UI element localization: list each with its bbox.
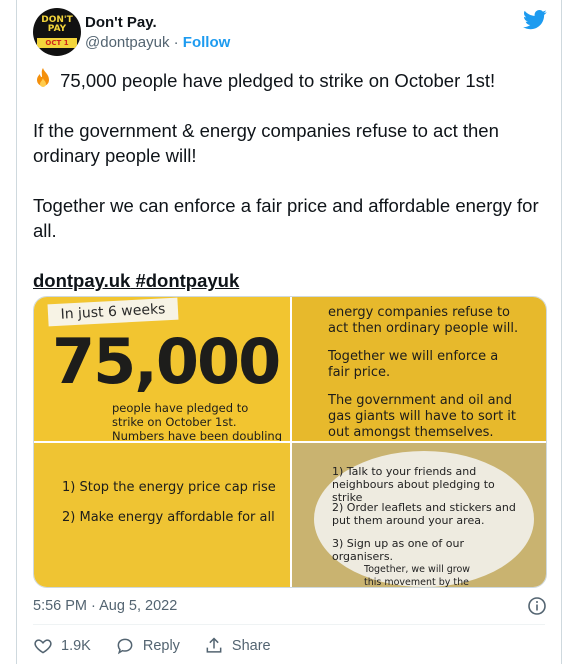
tile2-text-3: The government and oil and gas giants wi… [328,393,517,440]
tweet-timestamp[interactable]: 5:56 PM · Aug 5, 2022 [33,598,177,614]
link-dontpay[interactable]: dontpay.uk [33,270,130,291]
tile1-number: 75,000 [52,325,281,398]
fire-icon [33,68,55,93]
handle-separator: · [173,34,179,51]
follow-button[interactable]: Follow [183,34,231,51]
account-handle[interactable]: @dontpayuk [85,34,169,51]
tile3-item-1: 1) Stop the energy price cap rise [62,480,276,495]
tweet-links: dontpay.uk #dontpayuk [33,268,553,293]
tweet-line-1: 75,000 people have pledged to strike on … [33,68,553,93]
tweet-actions: 1.9K Reply Share [33,636,271,656]
tile1-caption: people have pledged to strike on October… [112,401,283,441]
tweet-text-3: Together we can enforce a fair price and… [33,195,539,241]
tile4-circle: 1) Talk to your friends and neighbours a… [314,451,534,587]
media-grid: In just 6 weeks 75,000 people have pledg… [33,296,547,588]
tile1-label: In just 6 weeks [47,297,179,327]
account-name[interactable]: Don't Pay. [85,14,157,31]
handle-row: @dontpayuk · Follow [85,34,230,51]
info-icon[interactable] [527,596,547,616]
media-tile-2[interactable]: energy companies refuse to act then ordi… [292,297,546,441]
like-button[interactable]: 1.9K [33,636,91,656]
hashtag-dontpayuk[interactable]: #dontpayuk [135,270,239,291]
twitter-bird-icon[interactable] [523,10,547,30]
media-tile-4[interactable]: 1) Talk to your friends and neighbours a… [292,443,546,587]
media-tile-3[interactable]: 1) Stop the energy price cap rise 2) Mak… [34,443,290,587]
avatar-badge: OCT 1 [37,38,77,48]
tile3-item-2: 2) Make energy affordable for all [62,510,275,525]
tile4-item-2: 2) Order leaflets and stickers and put t… [332,501,516,527]
tweet-text-1: 75,000 people have pledged to strike on … [60,70,496,91]
tweet-body: 75,000 people have pledged to strike on … [33,68,553,318]
divider [33,624,545,625]
tile2-text-2: Together we will enforce a fair price. [328,349,499,380]
tile2-text-1: energy companies refuse to act then ordi… [328,305,519,336]
reply-icon [117,638,133,655]
share-button[interactable]: Share [204,636,271,656]
tile4-item-1: 1) Talk to your friends and neighbours a… [332,465,495,504]
tile4-footer: Together, we will grow this movement by … [364,564,471,588]
tweet-card: DON'T PAY OCT 1 Don't Pay. @dontpayuk · … [16,0,562,664]
reply-button[interactable]: Reply [115,636,180,656]
heart-icon [34,639,52,654]
share-label: Share [231,638,271,654]
media-tile-1[interactable]: In just 6 weeks 75,000 people have pledg… [34,297,290,441]
share-icon [206,637,222,653]
tweet-text-2: If the government & energy companies ref… [33,120,499,166]
tile4-item-3: 3) Sign up as one of our organisers. [332,537,464,563]
reply-label: Reply [142,638,180,654]
like-count: 1.9K [61,638,91,654]
avatar[interactable]: DON'T PAY OCT 1 [33,8,81,56]
tweet-header: DON'T PAY OCT 1 Don't Pay. @dontpayuk · … [33,8,547,58]
avatar-text-line2: PAY [47,24,67,34]
